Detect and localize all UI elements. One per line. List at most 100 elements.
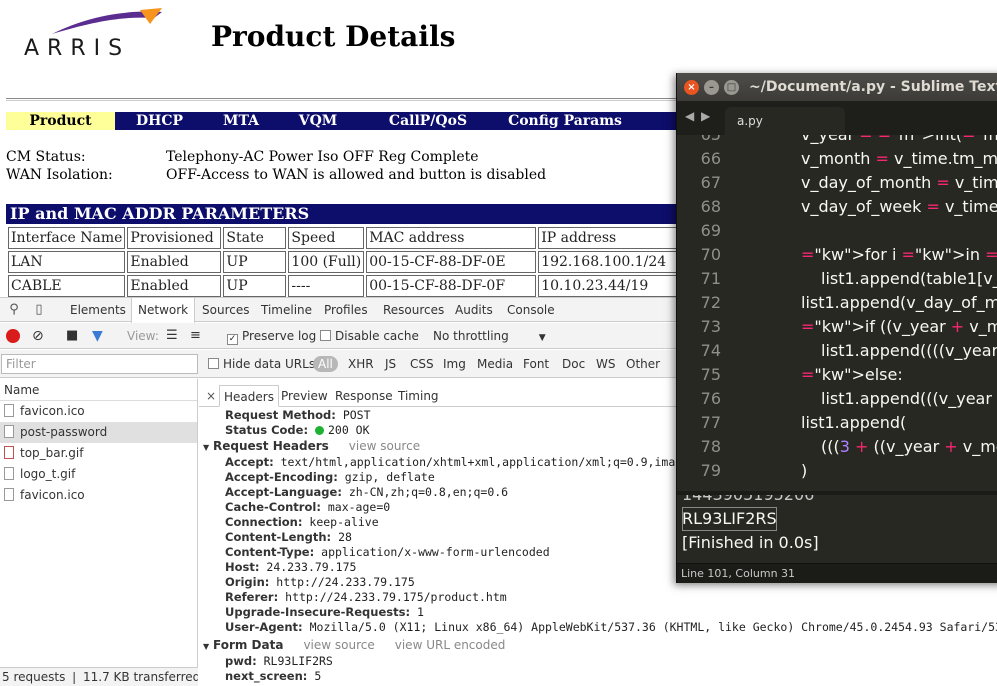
header-key: Origin:	[225, 575, 270, 589]
large-rows-icon[interactable]: ☰	[166, 323, 178, 349]
header-key: Referer:	[225, 590, 279, 604]
nav-vqm[interactable]: VQM	[278, 112, 358, 130]
tab-profiles[interactable]: Profiles	[318, 298, 374, 322]
code-text: list1.append(table1[v_d	[821, 269, 997, 288]
tab-response[interactable]: Response	[331, 385, 397, 407]
request-name: post-password	[20, 425, 108, 439]
filter-type-img[interactable]: Img	[443, 350, 466, 378]
tab-resources[interactable]: Resources	[377, 298, 450, 322]
request-header-line: Upgrade-Insecure-Requests: 1	[225, 605, 424, 620]
header-value: 200 OK	[327, 423, 370, 437]
nav-config-params[interactable]: Config Params	[498, 112, 632, 130]
header-value: max-age=0	[327, 500, 391, 514]
line-number: 70	[700, 245, 721, 264]
request-header-line: Referer: http://24.233.79.175/product.ht…	[225, 590, 507, 605]
nav-product[interactable]: Product	[6, 112, 115, 130]
nav-dhcp[interactable]: DHCP	[115, 112, 204, 130]
clear-icon[interactable]: ⊘	[32, 323, 44, 349]
filter-type-media[interactable]: Media	[477, 350, 513, 378]
list-item[interactable]: post-password	[0, 422, 197, 443]
overview-icon[interactable]: ≡	[190, 323, 201, 349]
close-window-icon[interactable]: ×	[684, 80, 699, 95]
filter-type-js[interactable]: JS	[385, 350, 396, 378]
line-number: 75	[700, 365, 721, 384]
list-item[interactable]: favicon.ico	[0, 485, 197, 506]
tab-network[interactable]: Network	[131, 298, 196, 323]
table-header: State	[223, 227, 287, 249]
tab-timeline[interactable]: Timeline	[255, 298, 318, 322]
list-item[interactable]: logo_t.gif	[0, 464, 197, 485]
device-mode-icon[interactable]: ▯	[31, 302, 47, 318]
request-header-line: Content-Length: 28	[225, 530, 352, 545]
request-list-header[interactable]: Name	[0, 379, 197, 401]
section-title: Form Data	[213, 638, 284, 652]
image-file-icon	[4, 446, 14, 459]
tab-left-arrow-icon[interactable]: ◀	[685, 109, 694, 123]
code-text: list1.append((((v_year +	[821, 341, 997, 360]
checkbox-icon	[208, 358, 219, 369]
code-text: v_year = ="fn">int(="fn">str(v_time.tm_y…	[801, 135, 997, 147]
disable-cache-checkbox[interactable]: Disable cache	[320, 323, 419, 349]
tab-elements[interactable]: Elements	[64, 298, 132, 322]
header-key: Cache-Control:	[225, 500, 321, 514]
view-url-encoded-link[interactable]: view URL encoded	[395, 638, 506, 652]
form-data-section[interactable]: ▼ Form Data view source view URL encoded	[203, 638, 505, 653]
hide-data-urls-checkbox[interactable]: Hide data URLs	[208, 350, 315, 378]
checkbox-icon	[320, 330, 331, 341]
header-key: Connection:	[225, 515, 303, 529]
record-icon[interactable]	[6, 329, 20, 343]
line-number: 76	[700, 389, 721, 408]
form-value: RL93LIF2RS	[263, 654, 333, 668]
filter-type-xhr[interactable]: XHR	[348, 350, 374, 378]
close-icon[interactable]: ×	[202, 385, 220, 407]
throttling-value: No throttling	[433, 329, 509, 343]
filter-type-other[interactable]: Other	[626, 350, 660, 378]
table-cell: 192.168.100.1/24	[538, 251, 689, 273]
list-item[interactable]: top_bar.gif	[0, 443, 197, 464]
view-source-link[interactable]: view source	[349, 439, 420, 453]
throttling-select[interactable]: No throttling ▼	[433, 323, 546, 349]
filter-type-ws[interactable]: WS	[596, 350, 615, 378]
filter-type-font[interactable]: Font	[523, 350, 549, 378]
tab-headers[interactable]: Headers	[219, 385, 279, 407]
header-key: Status Code:	[225, 423, 309, 437]
chevron-down-icon: ▼	[538, 333, 546, 343]
tab-preview[interactable]: Preview	[277, 385, 332, 407]
code-text: list1.append(((v_year +	[821, 389, 997, 408]
table-header: Provisioned	[127, 227, 222, 249]
nav-mta[interactable]: MTA	[204, 112, 278, 130]
header-value: zh-CN,zh;q=0.8,en;q=0.6	[348, 485, 509, 499]
view-source-link[interactable]: view source	[303, 638, 374, 652]
filter-input[interactable]	[1, 354, 198, 374]
arris-logo: ARRIS	[22, 8, 172, 61]
request-headers-section[interactable]: ▼ Request Headers view source	[203, 439, 420, 454]
table-header-row: Interface Name Provisioned State Speed M…	[8, 227, 689, 249]
filter-type-css[interactable]: CSS	[410, 350, 434, 378]
request-header-line: User-Agent: Mozilla/5.0 (X11; Linux x86_…	[225, 620, 997, 635]
output-line: RL93LIF2RS	[682, 507, 777, 531]
header-key: Accept:	[225, 455, 274, 469]
minimize-window-icon[interactable]: –	[704, 80, 719, 95]
table-header: Interface Name	[8, 227, 126, 249]
maximize-window-icon[interactable]: □	[724, 80, 739, 95]
tab-sources[interactable]: Sources	[196, 298, 255, 322]
filter-icon[interactable]: ▼	[92, 323, 103, 349]
code-text: v_day_of_month = v_time.tm_mday	[801, 173, 997, 192]
file-tab[interactable]: a.py	[725, 107, 845, 135]
inspect-search-icon[interactable]: ⚲	[6, 302, 22, 318]
tab-audits[interactable]: Audits	[449, 298, 499, 322]
code-editor[interactable]: 65 v_year = ="fn">int(="fn">str(v_time.tm…	[677, 135, 997, 491]
tab-right-arrow-icon[interactable]: ▶	[701, 109, 710, 123]
filter-type-all[interactable]: All	[313, 356, 338, 372]
preserve-log-checkbox[interactable]: ✓ Preserve log	[227, 323, 316, 349]
camera-icon[interactable]: ■	[66, 323, 78, 349]
filter-type-doc[interactable]: Doc	[562, 350, 585, 378]
nav-callp-qos[interactable]: CallP/QoS	[358, 112, 498, 130]
tab-console[interactable]: Console	[501, 298, 561, 322]
list-item[interactable]: favicon.ico	[0, 401, 197, 422]
tab-timing[interactable]: Timing	[394, 385, 443, 407]
header-key: Request Method:	[225, 408, 336, 422]
header-value: http://24.233.79.175	[276, 575, 415, 589]
file-icon	[4, 425, 14, 438]
window-title: ~/Document/a.py - Sublime Text (UNREGIST…	[749, 79, 997, 95]
